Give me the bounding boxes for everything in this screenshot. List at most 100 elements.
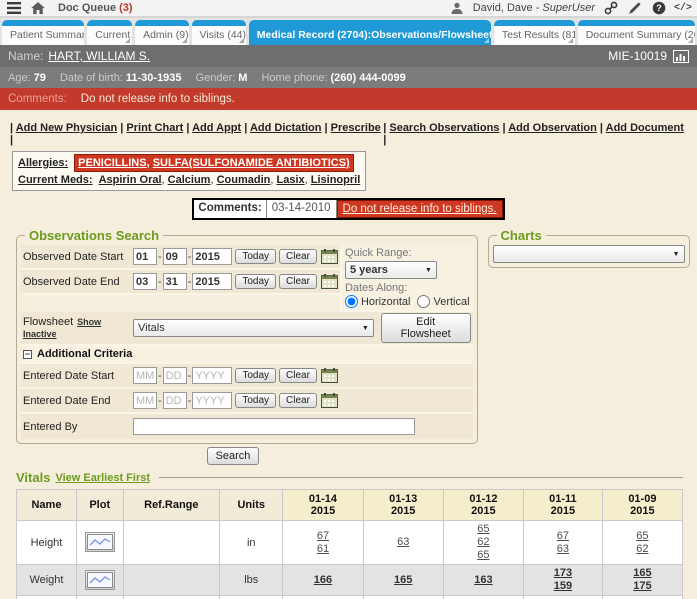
- entered-end-today-button[interactable]: Today: [235, 393, 276, 408]
- med-link-lisinopril[interactable]: Lisinopril: [311, 174, 361, 186]
- vital-name: Weight: [17, 565, 77, 596]
- flowsheet-label: Flowsheet: [23, 316, 73, 328]
- observation-value-link[interactable]: 63: [526, 543, 600, 556]
- edit-flowsheet-button[interactable]: Edit Flowsheet: [381, 313, 471, 343]
- tab-test-results-81[interactable]: Test Results (81): [494, 20, 575, 45]
- plot-thumbnail-icon[interactable]: [85, 532, 115, 552]
- observed-start-day-input[interactable]: [163, 248, 187, 265]
- observed-start-calendar-icon[interactable]: [321, 249, 338, 264]
- quick-range-select[interactable]: 5 years▼: [345, 261, 437, 279]
- observed-start-today-button[interactable]: Today: [235, 249, 276, 264]
- allergy-link-penicillins[interactable]: PENICILLINS: [78, 157, 146, 169]
- quick-range-value: 5 years: [350, 264, 388, 276]
- home-icon[interactable]: [30, 1, 46, 15]
- code-icon[interactable]: </>: [675, 1, 691, 15]
- vitals-row-bmi: BMIkg/m239.3417.2030.5226.2817.9529.6519…: [17, 596, 683, 599]
- view-earliest-first-link[interactable]: View Earliest First: [55, 472, 150, 484]
- observation-value-link[interactable]: 173: [526, 567, 600, 580]
- observed-start-month-input[interactable]: [133, 248, 157, 265]
- observation-value-link[interactable]: 165: [605, 567, 680, 580]
- observed-end-month-input[interactable]: [133, 273, 157, 290]
- observation-value-link[interactable]: 65: [446, 549, 521, 562]
- entered-date-end-label: Entered Date End: [23, 395, 133, 407]
- tab-visits-44[interactable]: Visits (44): [192, 20, 246, 45]
- doc-queue-link[interactable]: Doc Queue (3): [58, 2, 133, 14]
- action-link-add-dictation[interactable]: Add Dictation: [250, 122, 322, 134]
- observed-end-year-input[interactable]: [192, 273, 232, 290]
- patient-name-link[interactable]: HART, WILLIAM S.: [48, 49, 150, 63]
- observation-value-link[interactable]: 63: [366, 536, 441, 549]
- tab-admin-9[interactable]: Admin (9): [135, 20, 188, 45]
- additional-criteria-toggle[interactable]: − Additional Criteria: [21, 346, 473, 364]
- observed-start-clear-button[interactable]: Clear: [279, 249, 317, 264]
- observation-value-link[interactable]: 67: [285, 530, 360, 543]
- observed-end-today-button[interactable]: Today: [235, 274, 276, 289]
- charts-select[interactable]: ▼: [493, 245, 685, 263]
- allergy-link-sulfa-sulfonamide-antibiotics[interactable]: SULFA(SULFONAMIDE ANTIBIOTICS): [153, 157, 350, 169]
- entered-start-day-input[interactable]: [163, 367, 187, 384]
- tab-medical-record-2704-observations-flowshe[interactable]: Medical Record (2704):Observations/Flows…: [249, 20, 491, 45]
- observation-value-link[interactable]: 159: [526, 580, 600, 593]
- observation-value-link[interactable]: 163: [446, 574, 521, 587]
- action-link-prescribe[interactable]: Prescribe: [331, 122, 381, 134]
- action-link-print-chart[interactable]: Print Chart: [126, 122, 183, 134]
- observed-start-year-input[interactable]: [192, 248, 232, 265]
- med-link-aspirin-oral[interactable]: Aspirin Oral: [99, 174, 162, 186]
- observed-end-clear-button[interactable]: Clear: [279, 274, 317, 289]
- observation-value-link[interactable]: 65: [446, 523, 521, 536]
- observation-value-link[interactable]: 166: [285, 574, 360, 587]
- entered-start-year-input[interactable]: [192, 367, 232, 384]
- plot-thumbnail-icon[interactable]: [85, 570, 115, 590]
- action-link-add-appt[interactable]: Add Appt: [192, 122, 241, 134]
- entered-end-day-input[interactable]: [163, 392, 187, 409]
- observed-date-start-row: Observed Date Start - - Today Clear: [21, 245, 340, 270]
- observation-value-link[interactable]: 62: [605, 543, 680, 556]
- vital-values-cell: 6763: [524, 521, 603, 565]
- observation-value-link[interactable]: 175: [605, 580, 680, 593]
- observation-value-link[interactable]: 62: [446, 536, 521, 549]
- action-link-add-new-physician[interactable]: Add New Physician: [16, 122, 117, 134]
- entered-end-year-input[interactable]: [192, 392, 232, 409]
- entered-start-month-input[interactable]: [133, 367, 157, 384]
- observation-value-link[interactable]: 61: [285, 543, 360, 556]
- current-meds-label[interactable]: Current Meds:: [18, 172, 93, 188]
- action-link-add-observation[interactable]: Add Observation: [508, 122, 597, 134]
- tab-current[interactable]: Current: [87, 20, 132, 45]
- action-link-add-document[interactable]: Add Document: [606, 122, 684, 134]
- current-user[interactable]: David, Dave - SuperUser: [473, 2, 595, 14]
- dates-along-vertical-label: Vertical: [433, 296, 469, 308]
- chart-icon[interactable]: [673, 49, 689, 63]
- dates-along-horizontal-radio[interactable]: [345, 295, 358, 308]
- entered-end-calendar-icon[interactable]: [321, 393, 338, 408]
- link-icon[interactable]: [603, 1, 619, 15]
- observation-value-link[interactable]: 165: [366, 574, 441, 587]
- comment-banner-link[interactable]: Do not release info to siblings.: [343, 203, 497, 215]
- entered-by-input[interactable]: [133, 418, 415, 435]
- search-button[interactable]: Search: [207, 447, 260, 465]
- hamburger-menu-icon[interactable]: [6, 1, 22, 15]
- med-link-lasix[interactable]: Lasix: [276, 174, 304, 186]
- entered-start-clear-button[interactable]: Clear: [279, 368, 317, 383]
- allergies-label[interactable]: Allergies:: [18, 155, 68, 171]
- entered-end-clear-button[interactable]: Clear: [279, 393, 317, 408]
- observation-value-link[interactable]: 65: [605, 530, 680, 543]
- observed-end-day-input[interactable]: [163, 273, 187, 290]
- med-link-coumadin[interactable]: Coumadin: [217, 174, 271, 186]
- pencil-icon[interactable]: [627, 1, 643, 15]
- comment-banner-alert: Do not release info to siblings.: [337, 200, 503, 218]
- med-link-calcium[interactable]: Calcium: [168, 174, 211, 186]
- help-icon[interactable]: ?: [651, 1, 667, 15]
- observed-end-calendar-icon[interactable]: [321, 274, 338, 289]
- action-links-right: | Search Observations | Add Observation …: [383, 122, 687, 146]
- patient-comments-bar: Comments: Do not release info to sibling…: [0, 88, 697, 110]
- vitals-row-height: Heightin67616365626567636562: [17, 521, 683, 565]
- tab-patient-summary[interactable]: Patient Summary: [2, 20, 84, 45]
- entered-start-today-button[interactable]: Today: [235, 368, 276, 383]
- entered-start-calendar-icon[interactable]: [321, 368, 338, 383]
- flowsheet-select[interactable]: Vitals▼: [133, 319, 374, 337]
- tab-document-summary-267[interactable]: Document Summary (267): [578, 20, 695, 45]
- observation-value-link[interactable]: 67: [526, 530, 600, 543]
- action-link-search-observations[interactable]: Search Observations: [389, 122, 499, 134]
- dates-along-vertical-radio[interactable]: [417, 295, 430, 308]
- entered-end-month-input[interactable]: [133, 392, 157, 409]
